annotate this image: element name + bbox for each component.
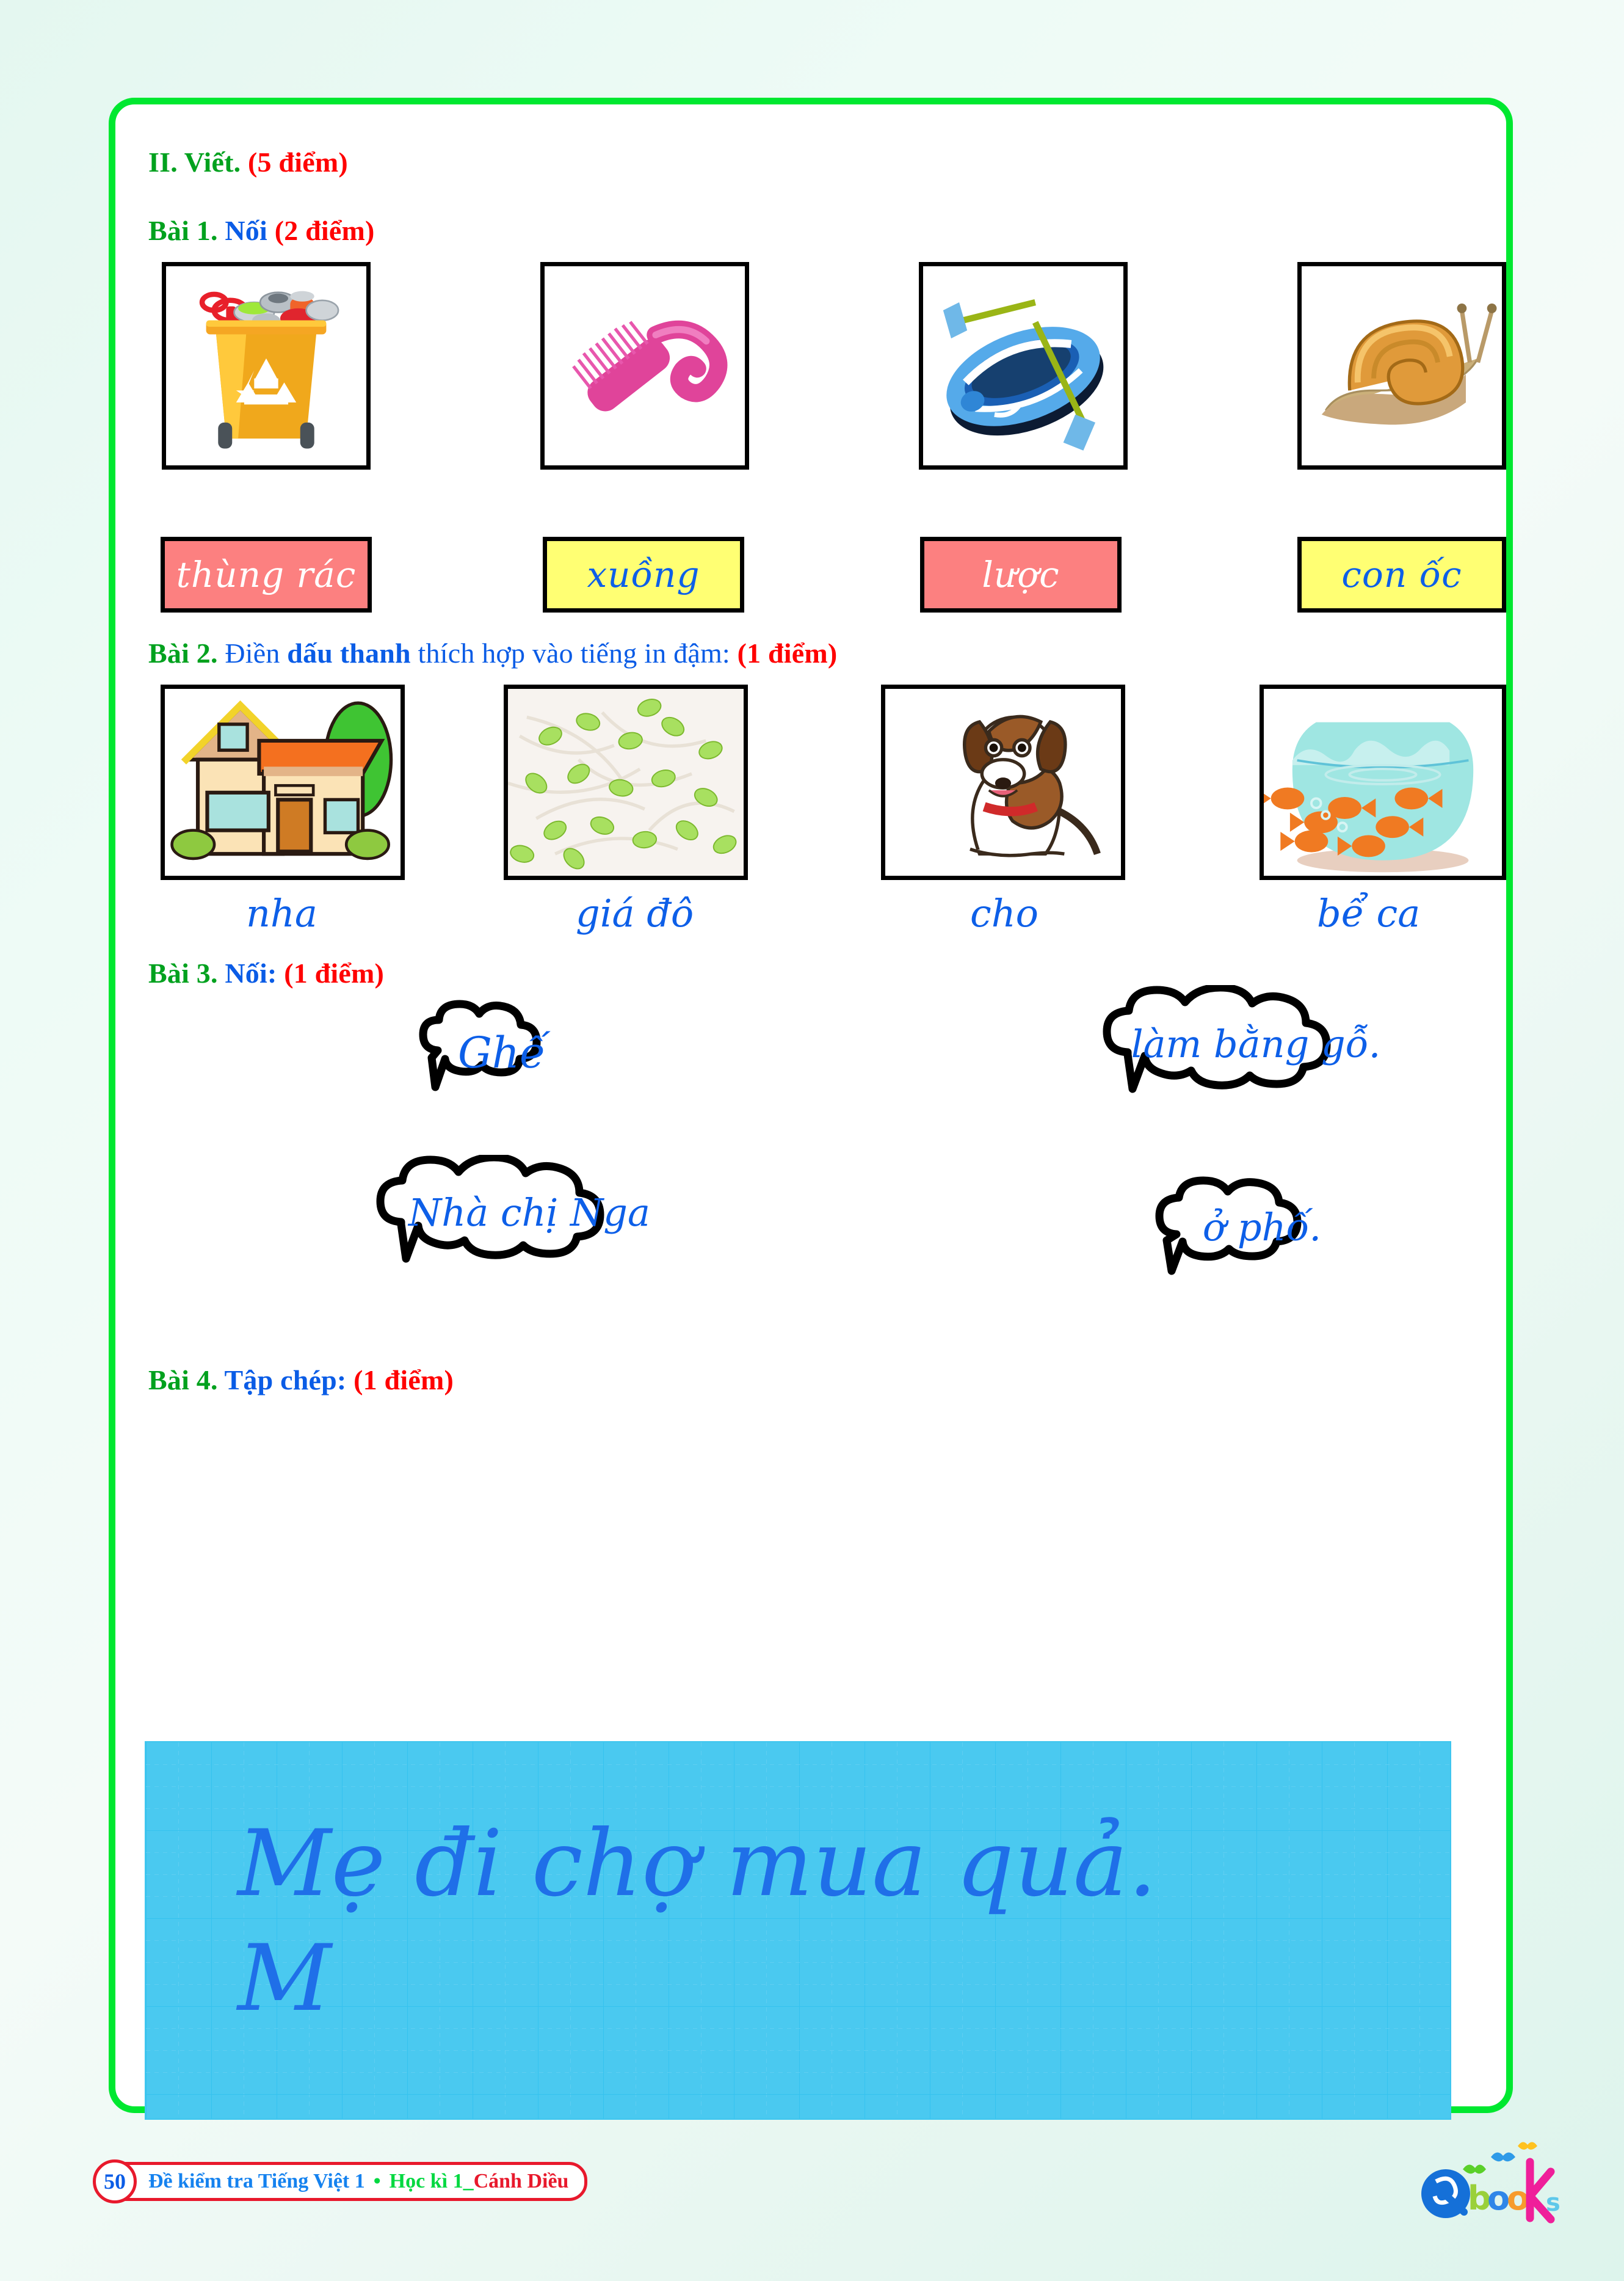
bird-blue-icon [1491,2152,1515,2162]
page-frame: II. Viết. (5 điểm) Bài 1. Nối (2 điểm) t… [109,98,1513,2120]
footer-separator-icon: • [373,2170,381,2192]
word-card-thung-rac[interactable]: thùng rác [161,537,372,613]
bai-1-heading: Bài 1. Nối (2 điểm) [148,214,375,247]
bubble-text: Nhà chị Nga [408,1190,650,1235]
word-card-label: xuồng [587,554,700,595]
copy-writing-grid[interactable]: Mẹ đi chợ mua quả. M [145,1741,1451,2120]
word-card-xuong[interactable]: xuồng [543,537,744,613]
footer-pill: Đề kiểm tra Tiếng Việt 1 • Học kì 1_ Cán… [98,2162,588,2201]
dog-picture [881,685,1125,880]
bai-2-instruction-bold: dấu thanh [287,638,411,669]
bai-1-label: Bài 1. [148,215,218,246]
house-illustration [170,700,393,860]
trash-bin-picture [162,262,371,470]
boat-picture [919,262,1128,470]
bai-1-instruction: Nối [225,215,267,246]
page-number: 50 [93,2159,137,2203]
bai-3-instruction: Nối: [225,958,277,989]
bubble-text: Ghế [457,1028,546,1078]
bai-3-label: Bài 3. [148,958,218,989]
bai-2-points: (1 điểm) [737,638,838,669]
bai-3-heading: Bài 3. Nối: (1 điểm) [148,957,384,989]
bai-2-instruction-post: thích hợp vào tiếng in đậm: [418,638,730,669]
house-picture [161,685,405,880]
copy-line-1: Mẹ đi chợ mua quả. [237,1811,1158,1917]
bai-4-heading: Bài 4. Tập chép: (1 điểm) [148,1364,454,1396]
speech-bubble-o-pho[interactable]: ở phố. [1140,1173,1384,1295]
bubble-text: làm bằng gỗ. [1131,1022,1381,1066]
bai-2-label: Bài 2. [148,638,218,669]
bubble-text: ở phố. [1202,1205,1322,1250]
comb-picture [540,262,749,470]
footer-series: Cánh Diều [473,2170,569,2192]
bai-4-instruction: Tập chép: [224,1364,347,1395]
footer-term: Học kì 1_ [389,2170,474,2192]
bai-3-points: (1 điểm) [284,958,385,989]
bai-2-word-nha: nha [246,891,317,936]
bai-2-instruction-pre: Điền [225,638,280,669]
word-card-label: con ốc [1341,554,1462,595]
word-card-label: lược [982,554,1060,595]
bean-sprouts-picture [504,685,748,880]
section-points: (5 điểm) [248,147,348,178]
speech-bubble-nha-chi-nga[interactable]: Nhà chị Nga [358,1155,700,1289]
bai-2-word-cho: cho [970,891,1039,936]
snail-picture [1297,262,1506,470]
speech-bubble-ghe[interactable]: Ghế [401,992,603,1115]
bird-yellow-icon [1518,2142,1537,2150]
fishbowl-illustration [1264,722,1474,873]
bai-4-points: (1 điểm) [353,1364,454,1395]
word-card-luoc[interactable]: lược [920,537,1122,613]
comb-illustration [572,320,728,412]
speech-bubble-lam-bang-go[interactable]: làm bằng gỗ. [1085,985,1427,1119]
bai-1-points: (2 điểm) [274,215,375,246]
boat-illustration [943,299,1104,451]
page-footer: Đề kiểm tra Tiếng Việt 1 • Học kì 1_ Cán… [93,2159,588,2203]
bai-2-word-be-ca: bể ca [1317,891,1421,936]
section-heading: II. Viết. (5 điểm) [148,146,348,178]
bean-sprouts-illustration [508,689,744,876]
copy-line-2: M [237,1926,332,2032]
snail-illustration [1321,304,1497,425]
qbooks-logo: b o o s [1421,2142,1561,2224]
dog-illustration [963,715,1101,857]
footer-title: Đề kiểm tra Tiếng Việt 1 [148,2170,365,2192]
bai-4-label: Bài 4. [148,1364,218,1395]
section-title: Viết. [184,147,241,178]
bai-2-heading: Bài 2. Điền dấu thanh thích hợp vào tiến… [148,637,837,669]
section-number: II. [148,147,178,178]
word-card-con-oc[interactable]: con ốc [1297,537,1506,613]
trash-bin-illustration [199,291,339,449]
bai-2-word-gia-do: giá đô [576,891,694,936]
svg-text:s: s [1546,2189,1561,2217]
word-card-label: thùng rác [176,554,357,595]
fishbowl-picture [1260,685,1506,880]
bird-green-icon [1463,2164,1486,2174]
